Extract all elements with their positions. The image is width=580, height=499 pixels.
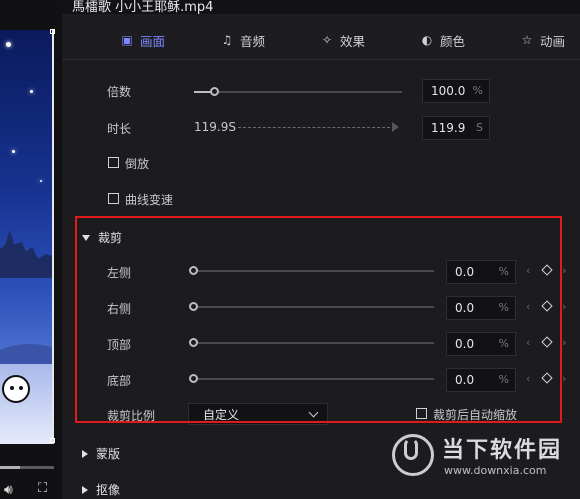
duration-dashed-line xyxy=(238,127,390,128)
tab-effects[interactable]: ✧ 效果 xyxy=(320,31,365,49)
next-keyframe-icon[interactable]: › xyxy=(562,372,566,385)
curve-speed-checkbox[interactable] xyxy=(108,193,119,204)
mask-section-header[interactable]: 蒙版 xyxy=(82,445,120,462)
speed-rate-slider[interactable] xyxy=(194,91,402,93)
preview-frame xyxy=(0,30,54,444)
playback-scrubber[interactable] xyxy=(0,466,54,469)
tab-color[interactable]: ◐ 颜色 xyxy=(420,31,465,49)
crop-highlight-box xyxy=(75,216,562,423)
site-watermark: 当下软件园 www.downxia.com xyxy=(392,428,572,488)
speed-rate-label: 倍数 xyxy=(107,85,132,99)
panel-scrollbar[interactable] xyxy=(576,61,580,499)
speed-rate-slider-handle[interactable] xyxy=(210,87,219,96)
duration-label: 时长 xyxy=(107,122,132,136)
watermark-name: 当下软件园 xyxy=(442,438,563,463)
magic-wand-icon: ✧ xyxy=(321,33,333,47)
next-keyframe-icon[interactable]: › xyxy=(562,336,566,349)
next-keyframe-icon[interactable]: › xyxy=(562,300,566,313)
crop-handle-top-right[interactable] xyxy=(50,29,55,34)
chevron-right-icon xyxy=(82,485,88,494)
picture-icon: ▣ xyxy=(121,33,133,47)
star-decoration xyxy=(12,150,15,153)
animation-icon: ☆ xyxy=(521,33,533,47)
star-decoration xyxy=(30,90,33,93)
reverse-checkbox[interactable] xyxy=(108,157,119,168)
star-decoration xyxy=(6,42,11,47)
star-decoration xyxy=(40,180,42,182)
cartoon-face-image xyxy=(2,375,30,403)
arrow-right-icon xyxy=(392,122,399,132)
fullscreen-icon[interactable]: ⛶ xyxy=(38,481,47,496)
tab-audio[interactable]: ♫ 音频 xyxy=(220,31,265,49)
music-note-icon: ♫ xyxy=(221,33,233,47)
original-duration: 119.9S xyxy=(194,120,236,134)
watermark-url: www.downxia.com xyxy=(444,464,547,477)
town-silhouette xyxy=(0,230,52,278)
duration-input[interactable]: 119.9 S xyxy=(422,116,490,140)
speed-rate-input[interactable]: 100.0 % xyxy=(422,79,490,103)
tab-picture[interactable]: ▣ 画面 xyxy=(120,31,165,49)
video-preview: 🔊︎ ⛶ xyxy=(0,0,62,499)
property-tabs: ▣ 画面 ♫ 音频 ✧ 效果 ◐ 颜色 ☆ 动画 xyxy=(62,14,580,60)
matting-section-header[interactable]: 抠像 xyxy=(82,481,120,498)
next-keyframe-icon[interactable]: › xyxy=(562,264,566,277)
chevron-right-icon xyxy=(82,449,88,458)
curve-speed-label: 曲线变速 xyxy=(125,193,174,207)
palette-icon: ◐ xyxy=(421,33,433,47)
window-title: 馬檑歌 小小王耶稣.mp4 xyxy=(72,0,214,14)
crop-handle-bottom-right[interactable] xyxy=(50,438,55,443)
reverse-label: 倒放 xyxy=(125,157,150,171)
window-title-bar: 馬檑歌 小小王耶稣.mp4 xyxy=(62,0,580,14)
volume-icon[interactable]: 🔊︎ xyxy=(4,482,13,498)
tab-animation[interactable]: ☆ 动画 xyxy=(520,31,565,49)
